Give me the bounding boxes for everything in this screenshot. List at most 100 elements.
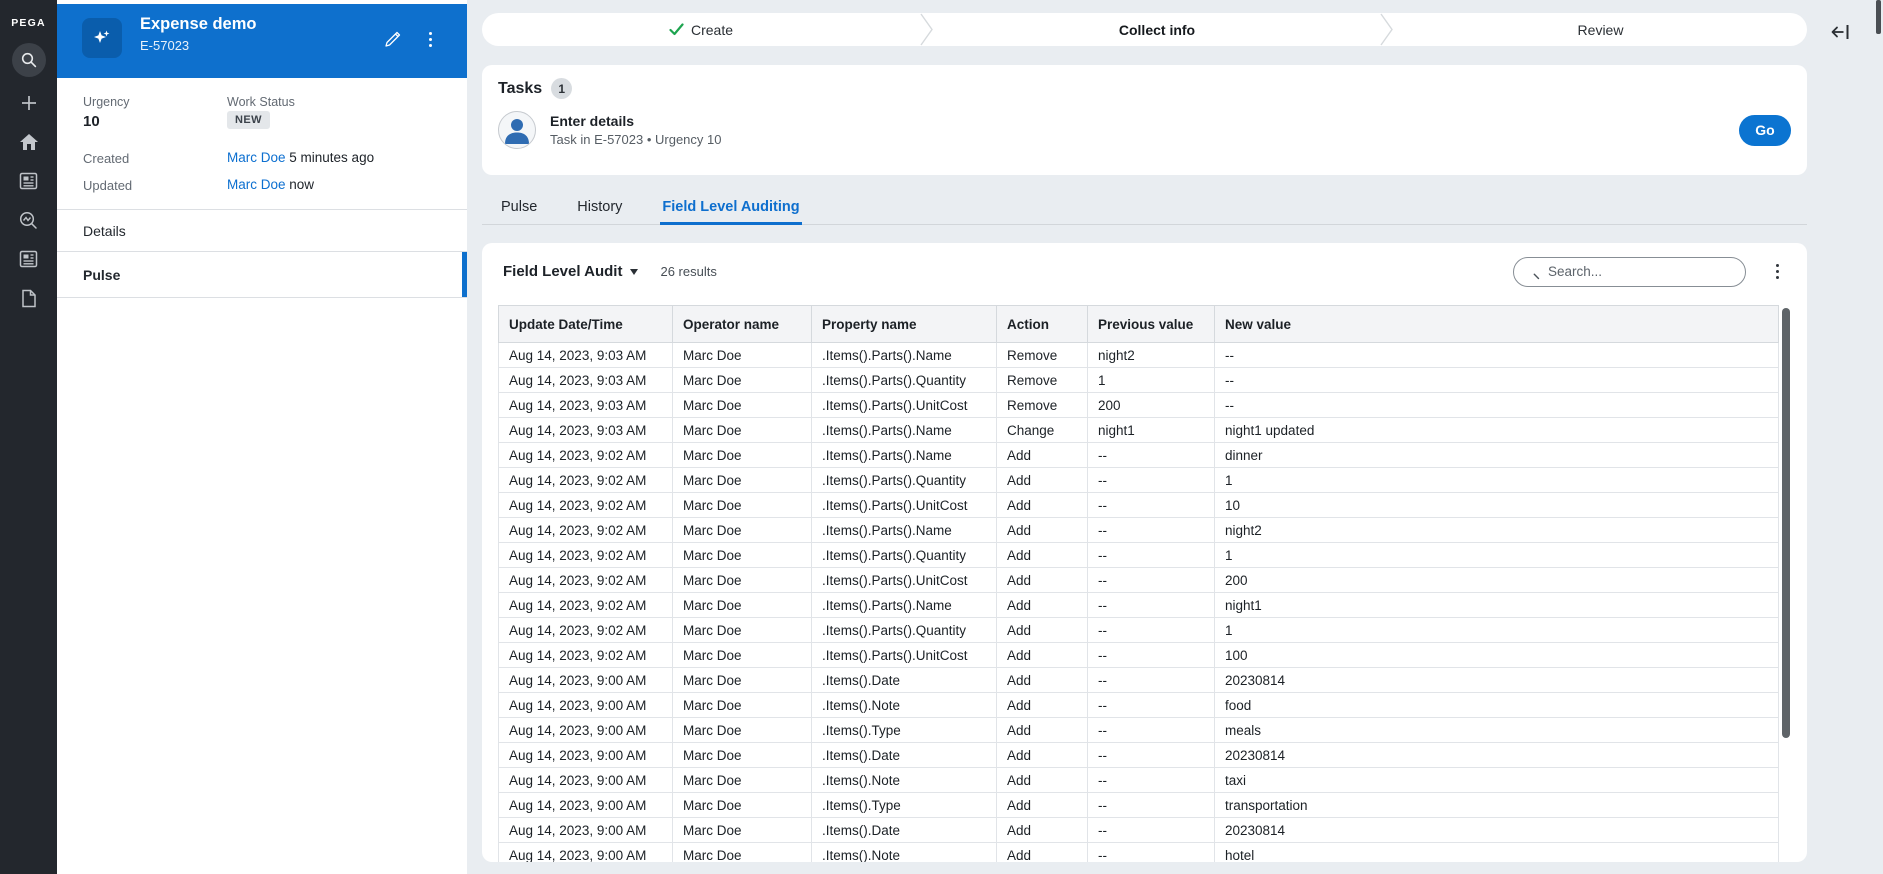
cell-property-name: .Items().Parts().Name	[811, 592, 997, 618]
column-header[interactable]: Update Date/Time	[498, 305, 673, 343]
selected-indicator	[462, 252, 467, 297]
table-scrollbar-thumb[interactable]	[1782, 308, 1790, 738]
cell-action: Add	[996, 567, 1088, 593]
cell-action: Add	[996, 692, 1088, 718]
table-row: Aug 14, 2023, 9:02 AM Marc Doe .Items().…	[498, 492, 1779, 518]
table-more-actions-button[interactable]	[1772, 260, 1783, 283]
cell-previous-value: --	[1087, 467, 1215, 493]
cell-property-name: .Items().Type	[811, 717, 997, 743]
cell-action: Add	[996, 517, 1088, 543]
created-value: Marc Doe 5 minutes ago	[227, 150, 374, 165]
pega-case-screen: PEGA Expense demo E-57023 Urgency 10 Wor…	[0, 0, 1883, 874]
search-input[interactable]	[1513, 256, 1746, 287]
tab-history-label: History	[577, 198, 623, 215]
cell-action: Add	[996, 592, 1088, 618]
cell-new-value: 20230814	[1214, 742, 1779, 768]
tab-field-level-auditing[interactable]: Field Level Auditing	[660, 192, 802, 225]
cell-operator-name: Marc Doe	[672, 642, 812, 668]
cell-new-value: 20230814	[1214, 817, 1779, 843]
cell-operator-name: Marc Doe	[672, 392, 812, 418]
updated-user-link[interactable]: Marc Doe	[227, 177, 286, 192]
cell-new-value: 1	[1214, 467, 1779, 493]
case-nav-details[interactable]: Details	[57, 210, 467, 252]
column-header[interactable]: Action	[996, 305, 1088, 343]
cell-update-datetime: Aug 14, 2023, 9:02 AM	[498, 567, 673, 593]
cell-operator-name: Marc Doe	[672, 617, 812, 643]
news-icon[interactable]	[11, 168, 47, 194]
cell-update-datetime: Aug 14, 2023, 9:00 AM	[498, 842, 673, 862]
search-icon	[1533, 273, 1540, 279]
cell-update-datetime: Aug 14, 2023, 9:00 AM	[498, 817, 673, 843]
cell-new-value: food	[1214, 692, 1779, 718]
cell-property-name: .Items().Parts().UnitCost	[811, 392, 997, 418]
search-icon[interactable]	[11, 43, 46, 77]
cell-action: Add	[996, 667, 1088, 693]
cell-previous-value: --	[1087, 517, 1215, 543]
document-icon[interactable]	[11, 285, 47, 311]
step-collect-info: Collect info	[934, 13, 1380, 46]
cell-update-datetime: Aug 14, 2023, 9:02 AM	[498, 617, 673, 643]
cell-operator-name: Marc Doe	[672, 367, 812, 393]
cell-operator-name: Marc Doe	[672, 467, 812, 493]
cell-update-datetime: Aug 14, 2023, 9:03 AM	[498, 367, 673, 393]
created-time: 5 minutes ago	[289, 150, 375, 165]
task-name[interactable]: Enter details	[550, 113, 721, 129]
table-row: Aug 14, 2023, 9:03 AM Marc Doe .Items().…	[498, 417, 1779, 443]
audit-view-dropdown[interactable]: Field Level Audit	[503, 263, 639, 280]
case-id: E-57023	[140, 38, 190, 53]
created-user-link[interactable]: Marc Doe	[227, 150, 286, 165]
cell-property-name: .Items().Type	[811, 792, 997, 818]
main-content: Create Collect info Review Tasks 1 Enter…	[482, 0, 1807, 874]
table-row: Aug 14, 2023, 9:00 AM Marc Doe .Items().…	[498, 792, 1779, 818]
case-header: Expense demo E-57023	[57, 4, 467, 78]
tab-history[interactable]: History	[575, 192, 624, 225]
cell-previous-value: --	[1087, 642, 1215, 668]
table-row: Aug 14, 2023, 9:00 AM Marc Doe .Items().…	[498, 742, 1779, 768]
cell-new-value: 1	[1214, 617, 1779, 643]
cell-operator-name: Marc Doe	[672, 817, 812, 843]
table-header-row: Update Date/Time Operator name Property na…	[498, 305, 1779, 343]
edit-case-button[interactable]	[379, 26, 405, 52]
cell-action: Add	[996, 617, 1088, 643]
cell-previous-value: night2	[1087, 342, 1215, 368]
column-header[interactable]: Operator name	[672, 305, 812, 343]
task-row: Enter details Task in E-57023 • Urgency …	[498, 111, 1791, 149]
cell-previous-value: --	[1087, 717, 1215, 743]
cell-property-name: .Items().Parts().Quantity	[811, 617, 997, 643]
cell-property-name: .Items().Parts().Quantity	[811, 542, 997, 568]
window-scrollbar-thumb[interactable]	[1876, 0, 1881, 34]
cell-update-datetime: Aug 14, 2023, 9:00 AM	[498, 742, 673, 768]
column-header[interactable]: New value	[1214, 305, 1779, 343]
cell-property-name: .Items().Parts().UnitCost	[811, 567, 997, 593]
cell-update-datetime: Aug 14, 2023, 9:03 AM	[498, 417, 673, 443]
cell-update-datetime: Aug 14, 2023, 9:00 AM	[498, 717, 673, 743]
details-nav-label: Details	[83, 222, 126, 239]
case-nav-pulse[interactable]: Pulse	[57, 252, 467, 298]
table-row: Aug 14, 2023, 9:03 AM Marc Doe .Items().…	[498, 392, 1779, 418]
cell-update-datetime: Aug 14, 2023, 9:02 AM	[498, 642, 673, 668]
home-icon[interactable]	[11, 129, 47, 155]
avatar	[498, 111, 536, 149]
column-header[interactable]: Previous value	[1087, 305, 1215, 343]
column-header[interactable]: Property name	[811, 305, 997, 343]
table-row: Aug 14, 2023, 9:00 AM Marc Doe .Items().…	[498, 692, 1779, 718]
cell-property-name: .Items().Note	[811, 767, 997, 793]
cell-action: Add	[996, 442, 1088, 468]
tasks-count-badge: 1	[551, 78, 573, 99]
expand-utilities-icon[interactable]	[1828, 20, 1852, 44]
cell-property-name: .Items().Parts().Name	[811, 417, 997, 443]
cell-action: Add	[996, 717, 1088, 743]
plus-icon[interactable]	[11, 90, 47, 116]
tasks-card: Tasks 1 Enter details Task in E-57023 • …	[482, 65, 1807, 175]
tab-pulse[interactable]: Pulse	[499, 192, 539, 225]
insights-icon[interactable]	[11, 207, 47, 233]
cell-new-value: 20230814	[1214, 667, 1779, 693]
reports-icon[interactable]	[11, 246, 47, 272]
audit-table: Update Date/Time Operator name Property na…	[498, 305, 1779, 862]
go-button[interactable]: Go	[1739, 114, 1791, 146]
cell-action: Remove	[996, 392, 1088, 418]
case-more-actions-button[interactable]	[417, 26, 443, 52]
pulse-nav-label: Pulse	[83, 266, 121, 283]
table-row: Aug 14, 2023, 9:00 AM Marc Doe .Items().…	[498, 842, 1779, 862]
table-row: Aug 14, 2023, 9:02 AM Marc Doe .Items().…	[498, 592, 1779, 618]
